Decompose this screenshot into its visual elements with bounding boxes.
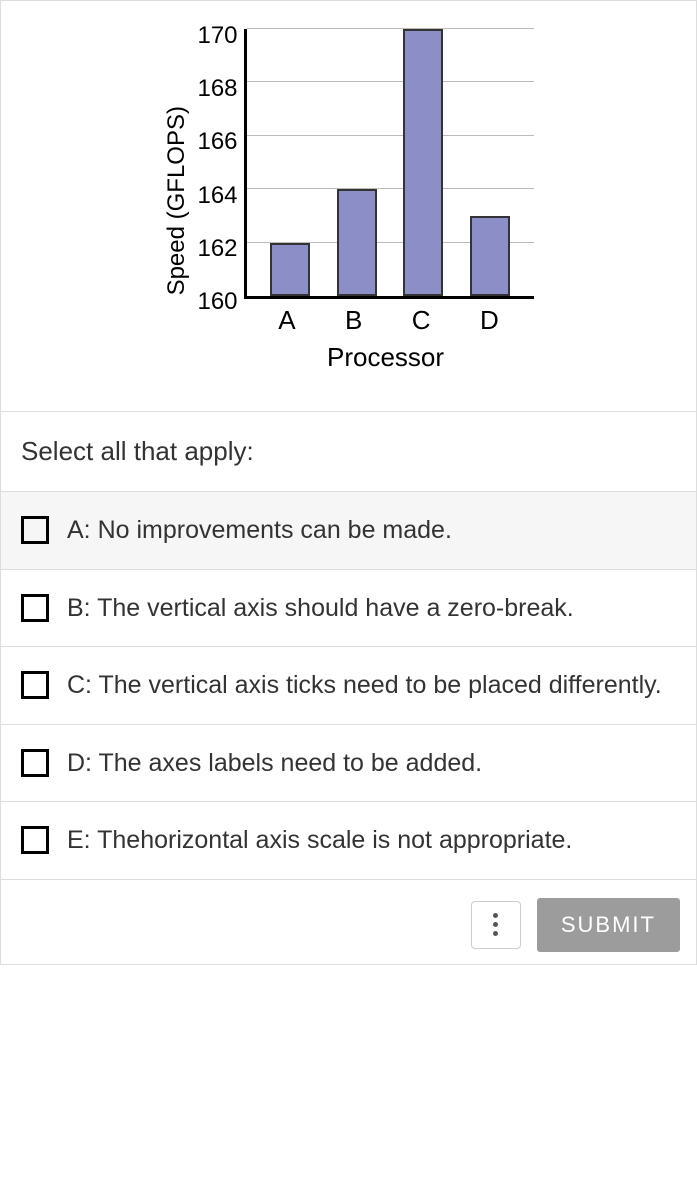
option-d[interactable]: D: The axes labels need to be added. bbox=[1, 724, 696, 802]
checkbox[interactable] bbox=[21, 594, 49, 622]
more-options-button[interactable] bbox=[471, 901, 521, 949]
footer: SUBMIT bbox=[1, 879, 696, 964]
option-a[interactable]: A: No improvements can be made. bbox=[1, 491, 696, 569]
y-axis-ticks: 170 168 166 164 162 160 bbox=[197, 36, 237, 306]
chart: Speed (GFLOPS) 170 168 166 164 162 160 bbox=[163, 21, 533, 381]
chart-section: Speed (GFLOPS) 170 168 166 164 162 160 bbox=[1, 1, 696, 411]
option-label: A: No improvements can be made. bbox=[67, 514, 676, 547]
vertical-dots-icon bbox=[493, 913, 498, 936]
x-tick: C bbox=[412, 305, 431, 336]
bar-b bbox=[337, 189, 377, 296]
checkbox[interactable] bbox=[21, 671, 49, 699]
question-prompt: Select all that apply: bbox=[1, 411, 696, 491]
plot-column: A B C D Processor bbox=[238, 29, 534, 373]
option-c[interactable]: C: The vertical axis ticks need to be pl… bbox=[1, 646, 696, 724]
bar-a bbox=[270, 243, 310, 296]
x-tick: A bbox=[278, 305, 295, 336]
y-axis-label: Speed (GFLOPS) bbox=[163, 106, 191, 295]
x-axis-label: Processor bbox=[327, 342, 444, 373]
plot-area bbox=[244, 29, 534, 299]
option-label: C: The vertical axis ticks need to be pl… bbox=[67, 669, 676, 702]
x-tick: B bbox=[345, 305, 362, 336]
option-label: B: The vertical axis should have a zero-… bbox=[67, 592, 676, 625]
bar-d bbox=[470, 216, 510, 296]
checkbox[interactable] bbox=[21, 749, 49, 777]
option-label: D: The axes labels need to be added. bbox=[67, 747, 676, 780]
bars bbox=[247, 29, 534, 296]
submit-button[interactable]: SUBMIT bbox=[537, 898, 680, 952]
option-label: E: Thehorizontal axis scale is not appro… bbox=[67, 824, 676, 857]
option-e[interactable]: E: Thehorizontal axis scale is not appro… bbox=[1, 801, 696, 879]
x-tick: D bbox=[480, 305, 499, 336]
x-axis-ticks: A B C D bbox=[244, 299, 534, 336]
bar-c bbox=[403, 29, 443, 296]
quiz-container: Speed (GFLOPS) 170 168 166 164 162 160 bbox=[0, 0, 697, 965]
checkbox[interactable] bbox=[21, 516, 49, 544]
option-b[interactable]: B: The vertical axis should have a zero-… bbox=[1, 569, 696, 647]
checkbox[interactable] bbox=[21, 826, 49, 854]
